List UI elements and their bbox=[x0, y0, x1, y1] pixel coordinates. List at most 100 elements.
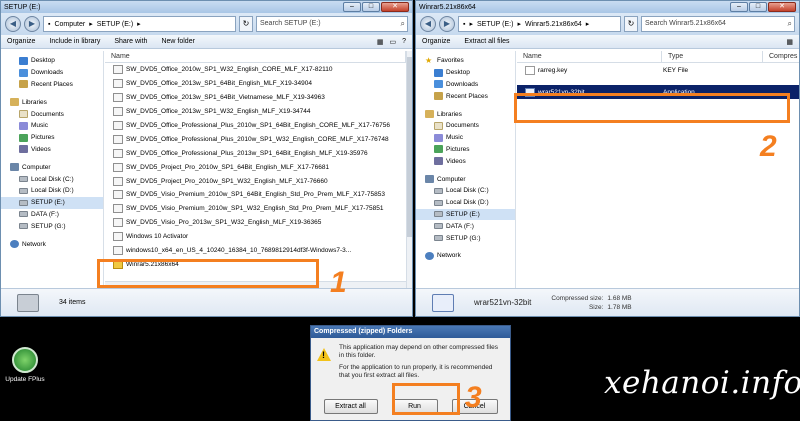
nav-favorites[interactable]: ★ Favorites bbox=[416, 55, 515, 67]
column-type[interactable]: Type bbox=[662, 51, 763, 62]
nav-label: SETUP (E:) bbox=[446, 210, 480, 218]
file-name: rarreg.key bbox=[538, 66, 568, 74]
nav-music[interactable]: Music bbox=[1, 120, 103, 132]
address-bar[interactable]: ▪ ▸ SETUP (E:) ▸ Winrar5.21x86x64 ▸ bbox=[458, 16, 621, 32]
view-options-icon[interactable]: ▦ bbox=[786, 38, 793, 46]
nav-setup-e[interactable]: SETUP (E:) bbox=[1, 196, 103, 209]
nav-local-disk-d[interactable]: Local Disk (D:) bbox=[416, 197, 515, 209]
nav-recent-places[interactable]: Recent Places bbox=[1, 79, 103, 91]
extract-all-files-button[interactable]: Extract all files bbox=[464, 38, 509, 45]
list-item[interactable]: SW_DVD5_Office_Professional_Plus_2010w_S… bbox=[105, 132, 406, 146]
nav-recent-places[interactable]: Recent Places bbox=[416, 90, 515, 102]
nav-local-disk-c[interactable]: Local Disk (C:) bbox=[416, 185, 515, 197]
nav-label: SETUP (E:) bbox=[31, 199, 65, 207]
column-compressed[interactable]: Compres bbox=[763, 51, 797, 62]
nav-label: Desktop bbox=[446, 69, 470, 77]
minimize-button[interactable]: – bbox=[730, 2, 748, 12]
maximize-button[interactable]: □ bbox=[362, 2, 380, 12]
nav-music[interactable]: Music bbox=[416, 132, 515, 144]
nav-downloads[interactable]: Downloads bbox=[416, 79, 515, 91]
maximize-button[interactable]: □ bbox=[749, 2, 767, 12]
preview-pane-icon[interactable]: ▭ bbox=[389, 38, 396, 46]
list-item[interactable]: SW_DVD5_Office_2010w_SP1_W32_English_COR… bbox=[105, 63, 406, 77]
nav-setup-g[interactable]: SETUP (G:) bbox=[416, 232, 515, 244]
list-item[interactable]: SW_DVD5_Visio_Premium_2010w_SP1_W32_Engl… bbox=[105, 202, 406, 216]
forward-button[interactable]: ▶ bbox=[24, 16, 40, 32]
desktop-shortcut-update-fplus[interactable]: Update FPlus bbox=[4, 347, 46, 383]
help-icon[interactable]: ? bbox=[402, 38, 406, 46]
list-item[interactable]: SW_DVD5_Project_Pro_2010w_SP1_64Bit_Engl… bbox=[105, 160, 406, 174]
back-button[interactable]: ◀ bbox=[5, 16, 21, 32]
include-in-library-menu[interactable]: Include in library bbox=[49, 38, 100, 45]
list-item[interactable]: SW_DVD5_Visio_Pro_2013w_SP1_W32_English_… bbox=[105, 216, 406, 230]
close-button[interactable]: ✕ bbox=[381, 2, 409, 12]
organize-menu[interactable]: Organize bbox=[422, 38, 450, 45]
address-bar[interactable]: ▪ Computer ▸ SETUP (E:) ▸ bbox=[43, 16, 236, 32]
list-item[interactable]: SW_DVD5_Office_Professional_Plus_2010w_S… bbox=[105, 119, 406, 133]
nav-documents[interactable]: Documents bbox=[1, 108, 103, 120]
folder-icon: ▪ bbox=[48, 20, 51, 28]
nav-label: Local Disk (D:) bbox=[446, 199, 489, 207]
search-input[interactable]: Search Winrar5.21x86x64 ⌕ bbox=[641, 16, 795, 32]
nav-documents[interactable]: Documents bbox=[416, 120, 515, 132]
list-item[interactable]: SW_DVD5_Office_Professional_Plus_2013w_S… bbox=[105, 146, 406, 160]
nav-desktop[interactable]: Desktop bbox=[1, 55, 103, 67]
nav-desktop[interactable]: Desktop bbox=[416, 67, 515, 79]
nav-libraries[interactable]: Libraries bbox=[1, 96, 103, 108]
nav-local-disk-c[interactable]: Local Disk (C:) bbox=[1, 173, 103, 185]
nav-label: Videos bbox=[446, 157, 466, 165]
column-name[interactable]: Name bbox=[105, 51, 406, 62]
nav-videos[interactable]: Videos bbox=[1, 144, 103, 156]
nav-videos[interactable]: Videos bbox=[416, 155, 515, 167]
refresh-icon[interactable]: ↻ bbox=[624, 16, 638, 32]
breadcrumb-setup[interactable]: SETUP (E:) bbox=[477, 21, 513, 28]
folder-icon bbox=[113, 148, 123, 158]
nav-data-f[interactable]: DATA (F:) bbox=[1, 209, 103, 221]
nav-setup-g[interactable]: SETUP (G:) bbox=[1, 220, 103, 232]
size-value: 1.78 MB bbox=[607, 303, 632, 311]
minimize-button[interactable]: – bbox=[343, 2, 361, 12]
extract-all-button[interactable]: Extract all bbox=[323, 399, 378, 414]
downloads-icon bbox=[19, 68, 28, 77]
organize-menu[interactable]: Organize bbox=[7, 38, 35, 45]
breadcrumb-winrar[interactable]: Winrar5.21x86x64 bbox=[525, 21, 582, 28]
breadcrumb-separator-icon: ▸ bbox=[585, 21, 590, 28]
new-folder-button[interactable]: New folder bbox=[161, 38, 194, 45]
nav-libraries[interactable]: Libraries bbox=[416, 108, 515, 120]
close-button[interactable]: ✕ bbox=[768, 2, 796, 12]
nav-data-f[interactable]: DATA (F:) bbox=[416, 220, 515, 232]
nav-setup-e[interactable]: SETUP (E:) bbox=[416, 208, 515, 221]
list-item[interactable]: SW_DVD5_Project_Pro_2010w_SP1_W32_Englis… bbox=[105, 174, 406, 188]
nav-network[interactable]: Network bbox=[1, 238, 103, 250]
breadcrumb-computer[interactable]: Computer bbox=[54, 21, 85, 28]
list-item[interactable]: SW_DVD5_Office_2013w_SP1_W32_English_MLF… bbox=[105, 105, 406, 119]
breadcrumb-separator-icon: ▸ bbox=[89, 21, 93, 28]
nav-pictures[interactable]: Pictures bbox=[416, 144, 515, 156]
vertical-scrollbar[interactable] bbox=[406, 51, 412, 288]
title-bar[interactable]: SETUP (E:) – □ ✕ bbox=[1, 1, 412, 13]
refresh-icon[interactable]: ↻ bbox=[239, 16, 253, 32]
scroll-thumb[interactable] bbox=[407, 57, 412, 237]
view-options-icon[interactable]: ▦ bbox=[377, 38, 384, 46]
dialog-title[interactable]: Compressed (zipped) Folders bbox=[311, 326, 510, 338]
search-input[interactable]: Search SETUP (E:) ⌕ bbox=[256, 16, 408, 32]
drive-icon bbox=[19, 223, 28, 230]
nav-pictures[interactable]: Pictures bbox=[1, 132, 103, 144]
share-with-menu[interactable]: Share with bbox=[114, 38, 147, 45]
list-item[interactable]: SW_DVD5_Office_2013w_SP1_64Bit_English_M… bbox=[105, 77, 406, 91]
nav-local-disk-d[interactable]: Local Disk (D:) bbox=[1, 185, 103, 197]
list-item[interactable]: rarreg.key KEY File bbox=[517, 63, 799, 77]
nav-computer[interactable]: Computer bbox=[1, 161, 103, 173]
list-item[interactable]: SW_DVD5_Office_2013w_SP1_64Bit_Vietnames… bbox=[105, 91, 406, 105]
column-name[interactable]: Name bbox=[517, 51, 662, 62]
list-item[interactable]: Windows 10 Activator bbox=[105, 230, 406, 244]
list-item[interactable]: SW_DVD5_Visio_Premium_2010w_SP1_64Bit_En… bbox=[105, 188, 406, 202]
forward-button[interactable]: ▶ bbox=[439, 16, 455, 32]
breadcrumb-setup[interactable]: SETUP (E:) bbox=[97, 21, 133, 28]
nav-computer[interactable]: Computer bbox=[416, 173, 515, 185]
nav-network[interactable]: Network bbox=[416, 250, 515, 262]
back-button[interactable]: ◀ bbox=[420, 16, 436, 32]
title-bar[interactable]: Winrar5.21x86x64 – □ ✕ bbox=[416, 1, 799, 13]
nav-downloads[interactable]: Downloads bbox=[1, 67, 103, 79]
list-item[interactable]: windows10_x64_en_US_4_10240_16384_10_768… bbox=[105, 244, 406, 258]
